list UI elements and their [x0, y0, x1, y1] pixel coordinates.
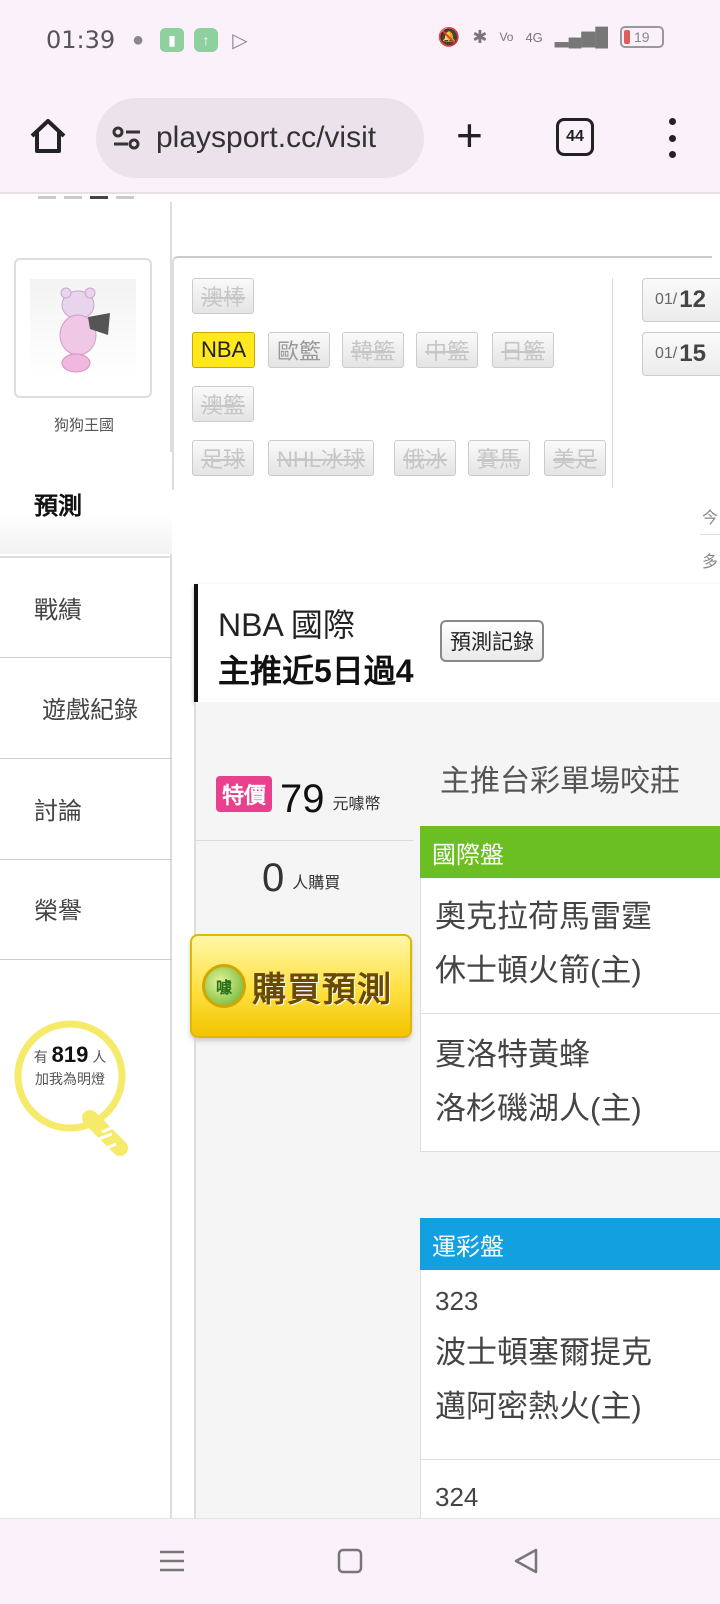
game-row[interactable]: 夏洛特黃蜂 洛杉磯湖人(主): [420, 1014, 720, 1152]
nav-item-honor[interactable]: 榮譽: [0, 858, 172, 960]
bear-figure-icon: [59, 287, 110, 373]
divider: [194, 840, 414, 841]
away-team: 波士頓塞爾提克: [435, 1335, 652, 1370]
recent-apps-icon[interactable]: [158, 1547, 186, 1575]
avatar-image: [30, 279, 136, 377]
category-chip: 澳籃: [192, 386, 255, 422]
game-row[interactable]: 324: [420, 1460, 720, 1518]
date-day: 15: [679, 340, 706, 367]
new-tab-button[interactable]: +: [456, 110, 483, 160]
lottery-section-header: 運彩盤: [420, 1218, 720, 1270]
left-sidebar: 狗狗王國 預測 戰績 遊戲紀錄 討論 榮譽 有 819 人 加我為明燈: [0, 202, 172, 1518]
back-icon[interactable]: [512, 1547, 540, 1575]
notification-icons: ● ▮ ↑ ▷: [126, 28, 252, 52]
site-settings-icon[interactable]: [112, 126, 142, 150]
buy-prediction-label: 購買預測: [252, 970, 392, 1009]
date-day: 12: [679, 286, 706, 313]
chat-icon: ●: [131, 28, 145, 51]
status-time: 01:39: [46, 26, 116, 54]
avatar[interactable]: [14, 258, 152, 398]
home-icon[interactable]: [28, 116, 68, 156]
category-chip: NHL冰球: [268, 440, 375, 476]
buyers-count: 0: [262, 856, 285, 900]
volte-icon: Vo: [499, 30, 514, 44]
category-chip: 美足: [544, 440, 607, 476]
buy-prediction-button[interactable]: 噱 購買預測: [190, 934, 412, 1038]
play-store-icon: ▷: [232, 29, 248, 52]
page-indicator: [38, 196, 134, 199]
date-chip[interactable]: 01/12: [642, 278, 720, 322]
game-row[interactable]: 奧克拉荷馬雷霆 休士頓火箭(主): [420, 878, 720, 1014]
category-chip[interactable]: 歐籃: [268, 332, 331, 368]
intl-section-header: 國際盤: [420, 826, 720, 878]
status-bar: 01:39 ● ▮ ↑ ▷ 🔕 ✱ Vo 4G ▂▄▆█ 19: [0, 0, 720, 82]
nav-item-game-log[interactable]: 遊戲紀錄: [0, 657, 172, 759]
price-row: 特價 79 元噱幣: [216, 776, 381, 822]
prediction-record-button[interactable]: 預測記錄: [440, 620, 544, 662]
away-team: 夏洛特黃蜂: [435, 1037, 590, 1072]
category-chip: 韓籃: [342, 332, 405, 368]
game-number: 324: [435, 1482, 479, 1512]
nav-item-discussion[interactable]: 討論: [0, 758, 172, 860]
date-chip[interactable]: 01/15: [642, 332, 720, 376]
category-chip: 俄冰: [394, 440, 457, 476]
coin-icon: 噱: [202, 964, 246, 1008]
category-chip: 日籃: [492, 332, 555, 368]
battery-level: 19: [634, 29, 650, 45]
home-team: 休士頓火箭(主): [435, 953, 642, 988]
fans-counter[interactable]: 有 819 人 加我為明燈: [20, 1044, 120, 1090]
system-icons: 🔕 ✱ Vo 4G ▂▄▆█ 19: [438, 26, 664, 48]
mute-icon: 🔕: [437, 26, 461, 47]
game-number: 323: [435, 1286, 479, 1316]
home-nav-icon[interactable]: [336, 1547, 364, 1575]
browser-menu-button[interactable]: [664, 118, 680, 158]
tab-switcher-button[interactable]: 44: [556, 118, 594, 156]
date-prefix: 01/: [655, 291, 678, 308]
buyers-count-row: 0 人購買: [262, 856, 340, 901]
category-chip: 澳棒: [192, 278, 255, 314]
profile-name: 狗狗王國: [53, 417, 114, 434]
buyers-unit: 人購買: [292, 875, 341, 892]
nav-item-record[interactable]: 戰績: [0, 556, 172, 658]
network-label: 4G: [525, 29, 543, 45]
upload-icon: ↑: [194, 28, 218, 52]
fans-unit: 人: [92, 1049, 107, 1065]
fans-count: 819: [51, 1042, 89, 1067]
game-row[interactable]: 323 波士頓塞爾提克 邁阿密熱火(主): [420, 1270, 720, 1460]
divider: [700, 534, 720, 535]
category-chip: 足球: [192, 440, 255, 476]
away-team: 奧克拉荷馬雷霆: [435, 899, 652, 934]
signal-icon: ▂▄▆█: [554, 26, 608, 47]
address-bar[interactable]: playsport.cc/visit: [96, 98, 424, 178]
browser-toolbar: playsport.cc/visit + 44: [0, 82, 720, 194]
prediction-header: NBA 國際 主推近5日過4 預測記錄: [194, 584, 720, 702]
category-chip: 中籃: [416, 332, 479, 368]
divider: [612, 278, 613, 488]
app-notification-icon: ▮: [160, 28, 184, 52]
home-team: 洛杉磯湖人(主): [435, 1091, 642, 1126]
system-navigation-bar: [0, 1518, 720, 1604]
home-team: 邁阿密熱火(主): [435, 1389, 642, 1424]
price-unit: 元噱幣: [332, 796, 381, 813]
side-note: 多: [702, 554, 719, 571]
category-chip: 賽馬: [468, 440, 531, 476]
nav-item-predict[interactable]: 預測: [0, 452, 172, 554]
side-note: 今: [702, 510, 719, 527]
main-heading: 主推台彩單場咬莊: [440, 765, 680, 798]
price-value: 79: [280, 777, 325, 821]
special-price-badge: 特價: [216, 776, 273, 812]
fans-label: 加我為明燈: [35, 1071, 105, 1087]
url-text[interactable]: playsport.cc/visit: [156, 121, 376, 155]
bluetooth-icon: ✱: [472, 26, 488, 47]
fans-prefix: 有: [33, 1049, 48, 1065]
category-chip-nba[interactable]: NBA: [192, 332, 256, 368]
league-title: NBA 國際: [218, 607, 355, 643]
date-prefix: 01/: [655, 345, 678, 362]
streak-subtitle: 主推近5日過4: [218, 653, 414, 689]
battery-icon: 19: [620, 26, 664, 48]
